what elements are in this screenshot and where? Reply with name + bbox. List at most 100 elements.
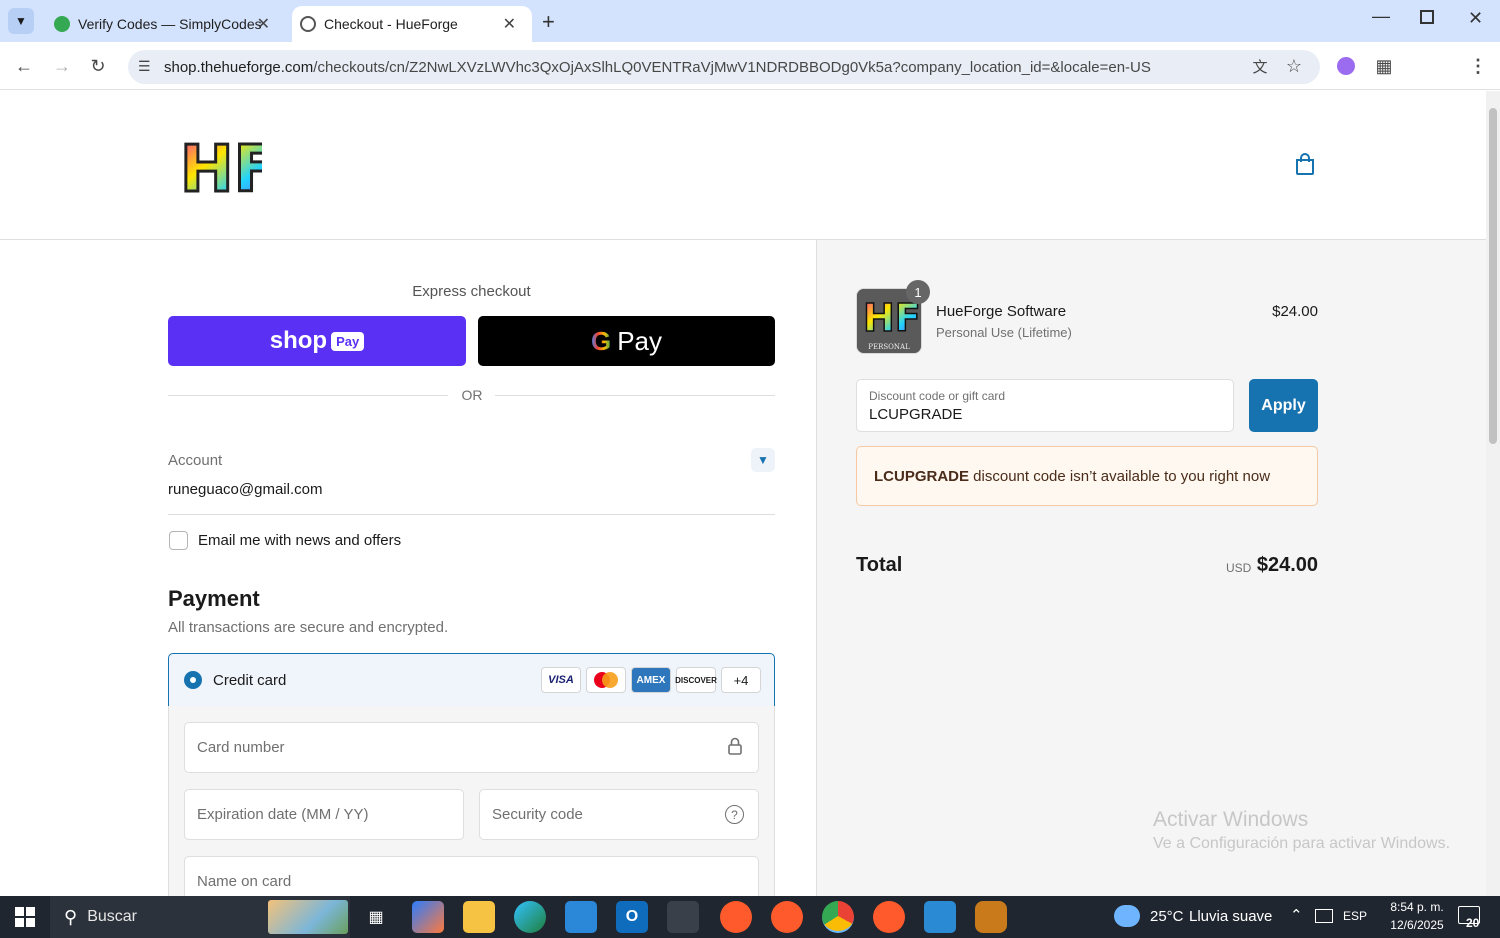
expiration-date-field[interactable]: Expiration date (MM / YY) (184, 789, 464, 840)
security-code-field[interactable]: Security code ? (479, 789, 759, 840)
expiry-placeholder: Expiration date (MM / YY) (197, 806, 369, 823)
extension-icon[interactable] (1337, 57, 1355, 75)
task-view-icon[interactable]: ▦ (360, 901, 392, 933)
forward-icon[interactable]: → (50, 54, 74, 78)
tab-checkout[interactable]: Checkout - HueForge ✕ (292, 6, 532, 42)
store-header: HF (0, 91, 1486, 240)
newsletter-checkbox[interactable] (169, 531, 188, 550)
product-name: HueForge Software (936, 303, 1067, 320)
search-highlight-image (268, 900, 348, 934)
security-placeholder: Security code (492, 806, 583, 823)
site-info-icon[interactable]: ☰ (138, 58, 151, 75)
more-brands-badge[interactable]: +4 (721, 667, 761, 693)
tab-title: Verify Codes — SimplyCodes (78, 16, 262, 32)
taskbar-search-label: Buscar (87, 908, 137, 925)
network-icon[interactable] (1315, 909, 1333, 923)
app-shield-icon[interactable] (975, 901, 1007, 933)
translate-icon[interactable]: 文 (1248, 54, 1272, 78)
account-divider (168, 514, 775, 515)
language-indicator[interactable]: ESP (1343, 909, 1367, 923)
shopping-bag-icon[interactable] (1295, 153, 1315, 175)
restore-icon[interactable] (1420, 10, 1434, 24)
shop-pay-badge: Pay (331, 331, 365, 351)
or-separator: OR (461, 387, 483, 403)
svg-text:HF: HF (180, 133, 262, 199)
help-question-icon[interactable]: ? (725, 805, 744, 824)
shop-pay-button[interactable]: shop Pay (168, 316, 466, 366)
product-variant: Personal Use (Lifetime) (936, 325, 1072, 340)
lock-icon (728, 737, 742, 755)
extensions-puzzle-icon[interactable]: ▦ (1372, 54, 1396, 78)
globe-icon (300, 16, 316, 32)
scrollbar-thumb[interactable] (1489, 108, 1497, 444)
notice-code: LCUPGRADE (874, 467, 970, 485)
windows-start-icon[interactable] (15, 907, 35, 927)
google-pay-button[interactable]: G Pay (478, 316, 775, 366)
app-icon[interactable] (667, 901, 699, 933)
hueforge-logo[interactable]: HF (178, 131, 279, 209)
copilot-icon[interactable] (412, 901, 444, 933)
account-label: Account (168, 452, 223, 469)
total-label: Total (856, 554, 903, 576)
tab-search-icon[interactable]: ▼ (8, 8, 34, 34)
store-icon[interactable] (565, 901, 597, 933)
notice-text: discount code isn’t available to you rig… (969, 467, 1271, 485)
discount-label: Discount code or gift card (869, 389, 1006, 403)
visa-icon: VISA (541, 667, 581, 693)
account-chevron-down-icon[interactable]: ▼ (751, 448, 775, 472)
url-path: /checkouts/cn/Z2NwLXVzLWVhc3QxOjAxSlhLQ0… (313, 58, 1151, 76)
express-checkout-label: Express checkout (412, 283, 531, 300)
brave-icon[interactable] (720, 901, 752, 933)
weather-description: Lluvia suave (1189, 908, 1273, 925)
name-placeholder: Name on card (197, 873, 292, 890)
taskbar-search-box[interactable]: ⚲ Buscar (50, 896, 350, 938)
credit-card-radio[interactable] (184, 671, 202, 689)
card-number-placeholder: Card number (197, 739, 285, 756)
payment-title: Payment (168, 586, 260, 611)
divider-right (495, 395, 775, 396)
photos-icon[interactable] (924, 901, 956, 933)
tray-chevron-up-icon[interactable]: ⌃ (1290, 906, 1303, 924)
discount-error-notice: LCUPGRADE discount code isn’t available … (856, 446, 1318, 506)
tab-title: Checkout - HueForge (324, 16, 458, 32)
divider-left (168, 395, 448, 396)
brave-icon[interactable] (873, 901, 905, 933)
weather-icon[interactable] (1114, 905, 1140, 927)
shop-pay-text: shop (269, 327, 328, 354)
close-tab-icon[interactable]: ✕ (503, 14, 516, 34)
outlook-icon[interactable]: O (616, 901, 648, 933)
bookmark-star-icon[interactable]: ☆ (1282, 54, 1306, 78)
minimize-icon[interactable]: — (1372, 6, 1390, 27)
new-tab-icon[interactable]: + (542, 9, 555, 35)
windows-activation-subtitle: Ve a Configuración para activar Windows. (1153, 835, 1451, 852)
google-g-icon: G (590, 325, 612, 356)
chrome-icon[interactable] (822, 901, 854, 933)
browser-toolbar: ← → ↻ ☰ shop.thehueforge.com/checkouts/c… (0, 42, 1500, 119)
clock-date[interactable]: 12/6/2025 (1382, 918, 1452, 932)
tab-simplycodes[interactable]: Verify Codes — SimplyCodes ✕ (44, 6, 286, 42)
close-tab-icon[interactable]: ✕ (257, 14, 270, 34)
discount-code-field[interactable]: Discount code or gift card LCUPGRADE (856, 379, 1234, 432)
payment-subtitle: All transactions are secure and encrypte… (168, 619, 449, 636)
windows-activation-title: Activar Windows (1153, 808, 1309, 831)
discover-icon: DISCOVER (675, 667, 717, 693)
apply-button[interactable]: Apply (1249, 379, 1318, 432)
reload-icon[interactable]: ↻ (86, 54, 110, 78)
menu-kebab-icon[interactable]: ⋮ (1466, 54, 1490, 78)
card-number-field[interactable]: Card number (184, 722, 759, 773)
edge-icon[interactable] (514, 901, 546, 933)
browser-tab-bar: ▼ Verify Codes — SimplyCodes ✕ Checkout … (0, 0, 1500, 42)
brave-icon[interactable] (771, 901, 803, 933)
back-icon[interactable]: ← (12, 54, 36, 78)
close-window-icon[interactable]: ✕ (1468, 8, 1483, 29)
address-bar[interactable]: ☰ shop.thehueforge.com/checkouts/cn/Z2Nw… (128, 50, 1320, 84)
quantity-badge: 1 (906, 280, 930, 304)
discount-value: LCUPGRADE (869, 406, 963, 423)
file-explorer-icon[interactable] (463, 901, 495, 933)
amex-icon: AMEX (631, 667, 671, 693)
svg-text:PERSONAL: PERSONAL (868, 343, 910, 351)
temperature: 25°C (1150, 908, 1184, 925)
clock-time[interactable]: 8:54 p. m. (1382, 900, 1452, 914)
url-host: shop.thehueforge.com (164, 58, 314, 76)
google-pay-label: Pay (617, 325, 663, 356)
